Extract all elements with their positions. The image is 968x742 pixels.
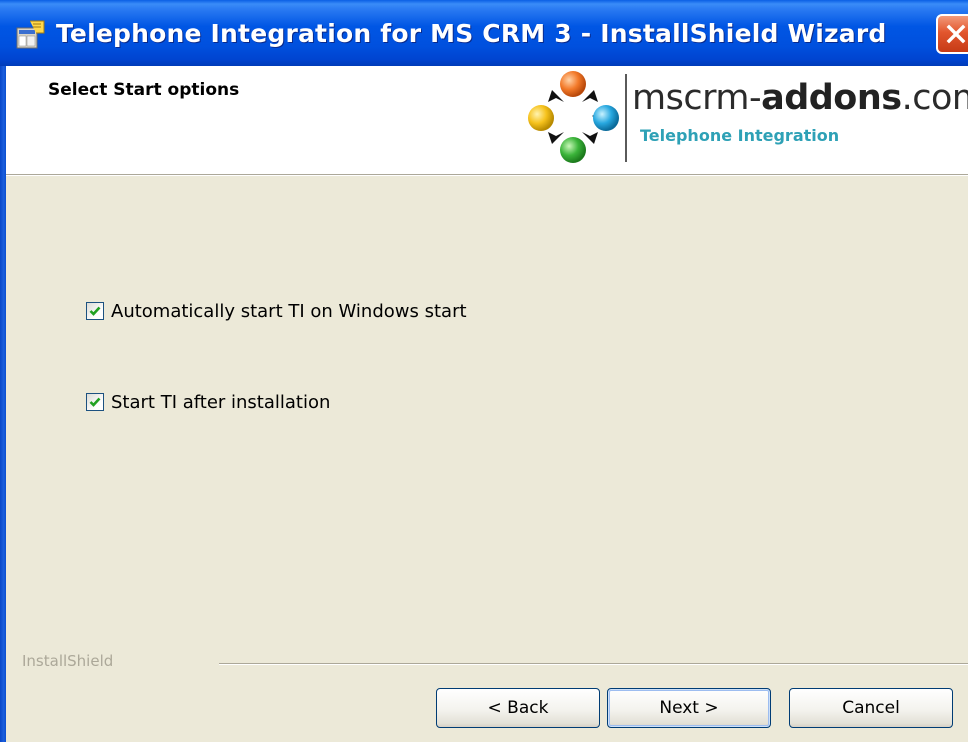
logo-text-bold: addons (761, 78, 902, 118)
logo-text-suffix: .com (901, 78, 968, 118)
autostart-windows-label[interactable]: Automatically start TI on Windows start (111, 301, 467, 322)
installshield-brand: InstallShield (22, 652, 114, 670)
back-button[interactable]: < Back (436, 688, 600, 728)
autostart-windows-checkbox[interactable] (86, 302, 104, 320)
next-button[interactable]: Next > (607, 688, 771, 728)
footer-separator-highlight (219, 664, 968, 665)
cancel-button[interactable]: Cancel (789, 688, 953, 728)
checkmark-icon (89, 306, 101, 316)
logo-subtitle: Telephone Integration (640, 126, 840, 145)
installer-window: Telephone Integration for MS CRM 3 - Ins… (0, 0, 968, 742)
checkmark-icon (89, 397, 101, 407)
installer-package-icon (14, 18, 48, 52)
mscrm-addons-logo-icon (524, 68, 622, 166)
logo-divider (625, 74, 627, 162)
page-title: Select Start options (48, 80, 240, 100)
start-after-install-label[interactable]: Start TI after installation (111, 392, 330, 413)
title-bar[interactable]: Telephone Integration for MS CRM 3 - Ins… (0, 0, 968, 66)
start-after-install-checkbox-row[interactable]: Start TI after installation (86, 390, 330, 414)
start-after-install-checkbox[interactable] (86, 393, 104, 411)
logo-wordmark: mscrm-addons.com (632, 78, 968, 118)
window-title: Telephone Integration for MS CRM 3 - Ins… (56, 19, 887, 48)
autostart-windows-checkbox-row[interactable]: Automatically start TI on Windows start (86, 299, 467, 323)
logo-text-regular: mscrm- (632, 78, 762, 118)
header-separator-highlight (6, 175, 968, 176)
close-button[interactable] (936, 14, 968, 54)
